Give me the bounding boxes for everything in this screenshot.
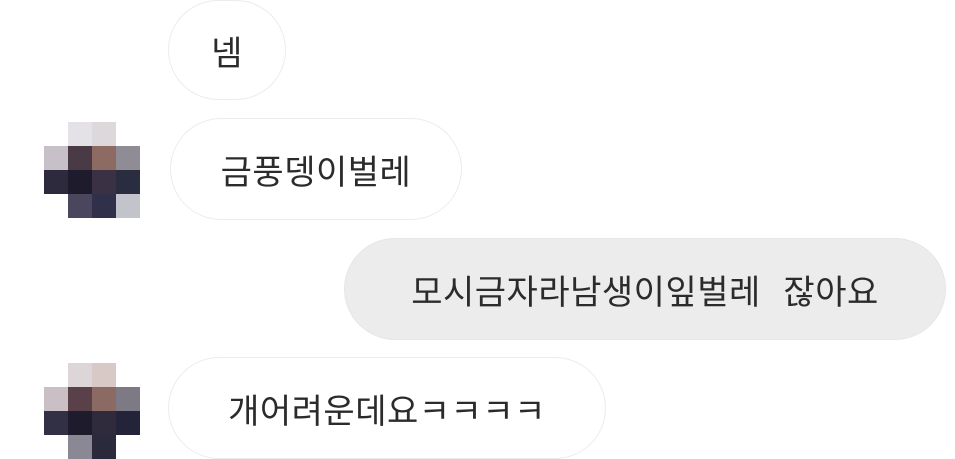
- message-text: 개어려운데요ㅋㅋㅋㅋ: [228, 391, 546, 432]
- avatar-pixel: [92, 435, 116, 459]
- avatar-pixel: [68, 146, 92, 170]
- avatar-pixel: [44, 363, 68, 387]
- avatar-pixel: [116, 170, 140, 194]
- avatar-pixel: [44, 194, 68, 218]
- avatar-pixel: [92, 170, 116, 194]
- avatar-pixel: [68, 122, 92, 146]
- avatar-pixel: [116, 387, 140, 411]
- avatar-pixel: [116, 194, 140, 218]
- avatar-pixel: [44, 170, 68, 194]
- message-text: 금풍뎅이벌레: [220, 152, 412, 193]
- message-bubble-incoming[interactable]: 넴: [168, 0, 286, 100]
- avatar-pixel: [44, 435, 68, 459]
- avatar-pixel: [116, 122, 140, 146]
- message-bubble-incoming[interactable]: 개어려운데요ㅋㅋㅋㅋ: [168, 357, 606, 459]
- sender-avatar[interactable]: [44, 122, 140, 218]
- avatar-pixel: [92, 146, 116, 170]
- avatar-pixel: [44, 146, 68, 170]
- sender-avatar[interactable]: [44, 363, 140, 459]
- avatar-pixel: [116, 363, 140, 387]
- avatar-pixel: [116, 435, 140, 459]
- avatar-pixel: [68, 387, 92, 411]
- avatar-pixel: [92, 387, 116, 411]
- avatar-pixel: [116, 146, 140, 170]
- chat-conversation: 넴 금풍뎅이벌레 모시금자라남생이잎벌레 잖아요 개어려운데요ㅋㅋㅋㅋ: [0, 0, 955, 459]
- message-bubble-outgoing[interactable]: 모시금자라남생이잎벌레 잖아요: [344, 238, 946, 340]
- avatar-pixel: [92, 411, 116, 435]
- avatar-pixel: [92, 363, 116, 387]
- message-bubble-incoming[interactable]: 금풍뎅이벌레: [170, 118, 462, 220]
- avatar-pixel: [92, 194, 116, 218]
- avatar-pixel: [68, 170, 92, 194]
- message-text: 모시금자라남생이잎벌레 잖아요: [411, 272, 879, 313]
- avatar-pixel: [68, 194, 92, 218]
- avatar-pixel: [68, 411, 92, 435]
- avatar-pixel: [44, 387, 68, 411]
- avatar-pixel: [44, 411, 68, 435]
- avatar-pixel: [116, 411, 140, 435]
- message-text: 넴: [211, 33, 243, 74]
- avatar-pixel: [44, 122, 68, 146]
- avatar-pixel: [68, 363, 92, 387]
- avatar-pixel: [92, 122, 116, 146]
- avatar-pixel: [68, 435, 92, 459]
